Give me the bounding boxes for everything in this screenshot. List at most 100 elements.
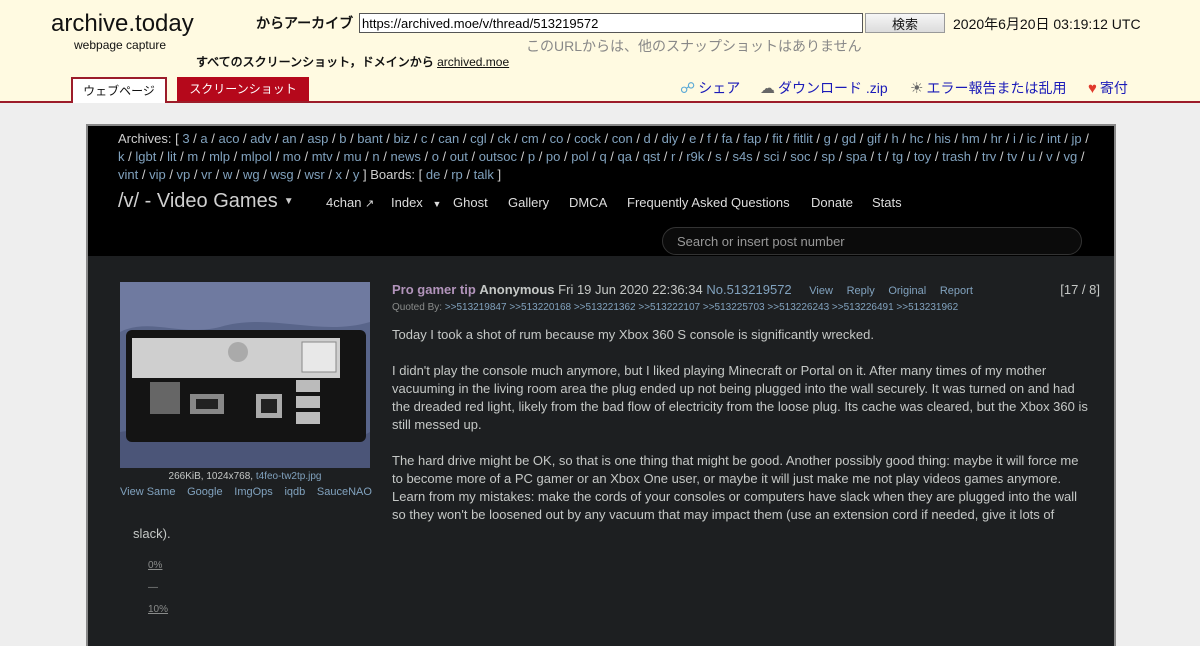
archive-link-vp[interactable]: vp	[177, 167, 191, 182]
nav-4chan[interactable]: 4chan ↗	[326, 195, 374, 210]
archive-link-lgbt[interactable]: lgbt	[135, 149, 156, 164]
original-link[interactable]: Original	[888, 285, 926, 297]
archive-link-cock[interactable]: cock	[574, 131, 601, 146]
share-link[interactable]: ☍ シェア	[680, 78, 740, 98]
archive-link-mlpol[interactable]: mlpol	[241, 149, 272, 164]
reply-link[interactable]: Reply	[847, 285, 875, 297]
quote-link-513219847[interactable]: >>513219847	[445, 302, 507, 313]
archive-link-w[interactable]: w	[223, 167, 232, 182]
archive-link-sp[interactable]: sp	[821, 149, 835, 164]
archive-link-sci[interactable]: sci	[764, 149, 780, 164]
google-link[interactable]: Google	[187, 486, 222, 498]
tab-webpage[interactable]: ウェブページ	[71, 77, 167, 103]
archive-link-news[interactable]: news	[390, 149, 420, 164]
archive-link-pol[interactable]: pol	[571, 149, 588, 164]
archive-link-q[interactable]: q	[599, 149, 606, 164]
site-logo[interactable]: archive.today	[51, 10, 194, 38]
board-link-rp[interactable]: rp	[451, 167, 463, 182]
quote-link-513225703[interactable]: >>513225703	[703, 302, 765, 313]
archive-link-trv[interactable]: trv	[982, 149, 996, 164]
archive-link-o[interactable]: o	[432, 149, 439, 164]
archive-link-lit[interactable]: lit	[167, 149, 176, 164]
nav-ghost[interactable]: Ghost	[453, 195, 488, 210]
archive-link-cm[interactable]: cm	[521, 131, 538, 146]
view-same-link[interactable]: View Same	[120, 486, 175, 498]
archive-link-mlp[interactable]: mlp	[209, 149, 230, 164]
archive-link-h[interactable]: h	[892, 131, 899, 146]
archive-link-vip[interactable]: vip	[149, 167, 166, 182]
archive-link-mtv[interactable]: mtv	[312, 149, 333, 164]
archive-link-gd[interactable]: gd	[842, 131, 856, 146]
archive-link-g[interactable]: g	[824, 131, 831, 146]
archive-link-p[interactable]: p	[528, 149, 535, 164]
archive-link-toy[interactable]: toy	[914, 149, 931, 164]
post-search-input[interactable]: Search or insert post number	[662, 227, 1082, 255]
archive-link-diy[interactable]: diy	[662, 131, 679, 146]
archive-link-qa[interactable]: qa	[618, 149, 632, 164]
archive-link-qst[interactable]: qst	[643, 149, 660, 164]
archive-link-mu[interactable]: mu	[344, 149, 362, 164]
nav-index[interactable]: Index ▼	[391, 195, 441, 210]
domain-link[interactable]: archived.moe	[437, 55, 509, 69]
nav-gallery[interactable]: Gallery	[508, 195, 549, 210]
archive-link-ic[interactable]: ic	[1027, 131, 1036, 146]
archive-link-gif[interactable]: gif	[867, 131, 881, 146]
archive-link-bant[interactable]: bant	[357, 131, 382, 146]
quote-link-513226243[interactable]: >>513226243	[767, 302, 829, 313]
quote-link-513231962[interactable]: >>513231962	[896, 302, 958, 313]
nav-dmca[interactable]: DMCA	[569, 195, 607, 210]
donate-link[interactable]: ♥ 寄付	[1088, 78, 1128, 98]
archive-link-m[interactable]: m	[187, 149, 198, 164]
board-link-talk[interactable]: talk	[474, 167, 494, 182]
archive-link-vr[interactable]: vr	[201, 167, 212, 182]
archive-link-mo[interactable]: mo	[283, 149, 301, 164]
iqdb-link[interactable]: iqdb	[284, 486, 305, 498]
archive-link-hm[interactable]: hm	[962, 131, 980, 146]
archive-link-outsoc[interactable]: outsoc	[479, 149, 517, 164]
archive-link-can[interactable]: can	[438, 131, 459, 146]
quote-link-513226491[interactable]: >>513226491	[832, 302, 894, 313]
archive-link-co[interactable]: co	[550, 131, 564, 146]
archive-link-tg[interactable]: tg	[892, 149, 903, 164]
archive-link-soc[interactable]: soc	[790, 149, 810, 164]
imgops-link[interactable]: ImgOps	[234, 486, 273, 498]
board-title-dropdown[interactable]: /v/ - Video Games ▼	[118, 190, 294, 213]
archive-link-his[interactable]: his	[934, 131, 951, 146]
archive-link-hr[interactable]: hr	[991, 131, 1003, 146]
archive-link-con[interactable]: con	[612, 131, 633, 146]
scroll-percent-bottom[interactable]: 10%	[148, 604, 168, 615]
archive-link-fit[interactable]: fit	[772, 131, 782, 146]
archive-link-out[interactable]: out	[450, 149, 468, 164]
report-post-link[interactable]: Report	[940, 285, 973, 297]
nav-faq[interactable]: Frequently Asked Questions	[627, 195, 790, 210]
tab-screenshot[interactable]: スクリーンショット	[177, 77, 309, 101]
archive-link-wsr[interactable]: wsr	[304, 167, 324, 182]
archive-link-an[interactable]: an	[282, 131, 296, 146]
quote-link-513222107[interactable]: >>513222107	[638, 302, 700, 313]
archive-link-trash[interactable]: trash	[942, 149, 971, 164]
archive-link-tv[interactable]: tv	[1007, 149, 1017, 164]
archive-link-3[interactable]: 3	[182, 131, 189, 146]
saucenao-link[interactable]: SauceNAO	[317, 486, 372, 498]
board-link-de[interactable]: de	[426, 167, 440, 182]
archive-link-fitlit[interactable]: fitlit	[793, 131, 813, 146]
archive-link-adv[interactable]: adv	[250, 131, 271, 146]
post-image[interactable]	[120, 282, 370, 468]
archive-link-jp[interactable]: jp	[1072, 131, 1082, 146]
archive-link-y[interactable]: y	[353, 167, 360, 182]
nav-stats[interactable]: Stats	[872, 195, 902, 210]
quote-link-513220168[interactable]: >>513220168	[509, 302, 571, 313]
file-name-link[interactable]: t4feo-tw2tp.jpg	[256, 471, 322, 482]
archive-link-int[interactable]: int	[1047, 131, 1061, 146]
archive-link-asp[interactable]: asp	[307, 131, 328, 146]
archive-link-a[interactable]: a	[200, 131, 207, 146]
archive-link-s4s[interactable]: s4s	[732, 149, 752, 164]
archive-link-fap[interactable]: fap	[743, 131, 761, 146]
search-button[interactable]: 検索	[865, 13, 945, 33]
scroll-percent-top[interactable]: 0%	[148, 560, 162, 571]
quote-link-513221362[interactable]: >>513221362	[574, 302, 636, 313]
archive-link-r9k[interactable]: r9k	[686, 149, 704, 164]
archive-link-po[interactable]: po	[546, 149, 560, 164]
download-link[interactable]: ☁ ダウンロード .zip	[760, 78, 888, 98]
archive-link-cgl[interactable]: cgl	[470, 131, 487, 146]
